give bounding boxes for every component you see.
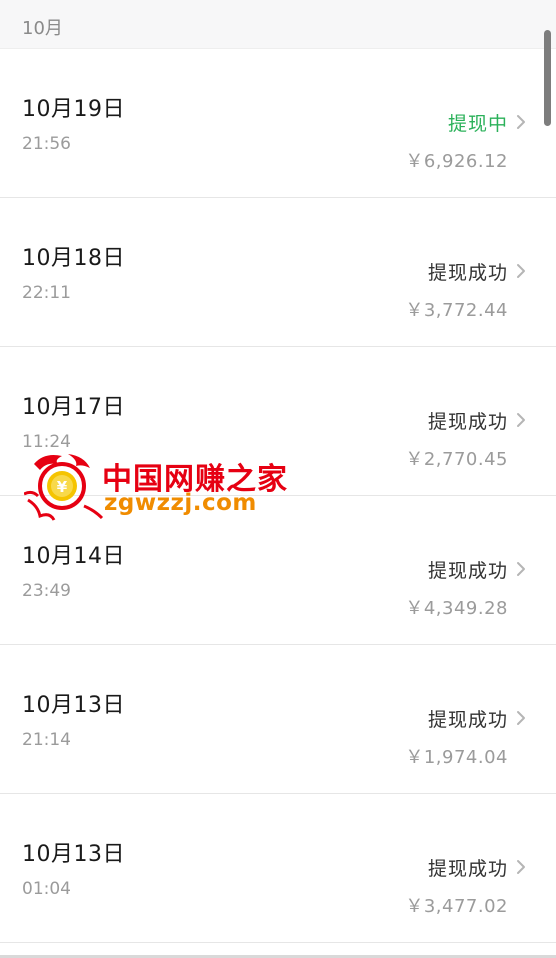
record-date: 10月18日 <box>22 246 125 271</box>
record-time: 23:49 <box>22 581 71 601</box>
record-amount: ￥6,926.12 <box>405 151 508 172</box>
watermark-logo: ¥ 中国网赚之家 zgwzzj.com <box>24 450 287 524</box>
record-date: 10月13日 <box>22 693 125 718</box>
record-time: 21:14 <box>22 730 71 750</box>
record-amount: ￥3,477.02 <box>405 896 508 917</box>
record-time: 11:24 <box>22 432 71 452</box>
record-time: 22:11 <box>22 283 71 303</box>
chevron-right-icon <box>517 711 525 725</box>
record-date: 10月13日 <box>22 842 125 867</box>
withdrawal-row[interactable]: 10月13日 21:14 提现成功 ￥1,974.04 <box>0 645 556 794</box>
record-status: 提现中 <box>447 113 508 135</box>
record-amount: ￥4,349.28 <box>405 598 508 619</box>
coin-dragon-icon: ¥ <box>24 454 104 521</box>
record-date: 10月14日 <box>22 544 125 569</box>
record-amount: ￥2,770.45 <box>405 449 508 470</box>
chevron-right-icon <box>517 860 525 874</box>
record-status: 提现成功 <box>427 411 508 433</box>
record-date: 10月19日 <box>22 97 125 122</box>
record-date: 10月17日 <box>22 395 125 420</box>
chevron-right-icon <box>517 562 525 576</box>
chevron-right-icon <box>517 264 525 278</box>
chevron-right-icon <box>517 115 525 129</box>
record-time: 01:04 <box>22 879 71 899</box>
svg-text:¥: ¥ <box>57 478 68 496</box>
scrollbar-thumb[interactable] <box>544 30 551 126</box>
record-amount: ￥3,772.44 <box>405 300 508 321</box>
record-status: 提现成功 <box>427 858 508 880</box>
record-status: 提现成功 <box>427 262 508 284</box>
withdrawal-row[interactable]: 10月13日 01:04 提现成功 ￥3,477.02 <box>0 794 556 943</box>
chevron-right-icon <box>517 413 525 427</box>
record-time: 21:56 <box>22 134 71 154</box>
record-amount: ￥1,974.04 <box>405 747 508 768</box>
record-status: 提现成功 <box>427 709 508 731</box>
withdrawal-row[interactable]: 10月18日 22:11 提现成功 ￥3,772.44 <box>0 198 556 347</box>
month-label: 10月 <box>22 18 63 39</box>
record-status: 提现成功 <box>427 560 508 582</box>
month-section-header: 10月 <box>0 0 556 49</box>
watermark-domain: zgwzzj.com <box>104 490 257 516</box>
withdrawal-row[interactable]: 10月19日 21:56 提现中 ￥6,926.12 <box>0 49 556 198</box>
